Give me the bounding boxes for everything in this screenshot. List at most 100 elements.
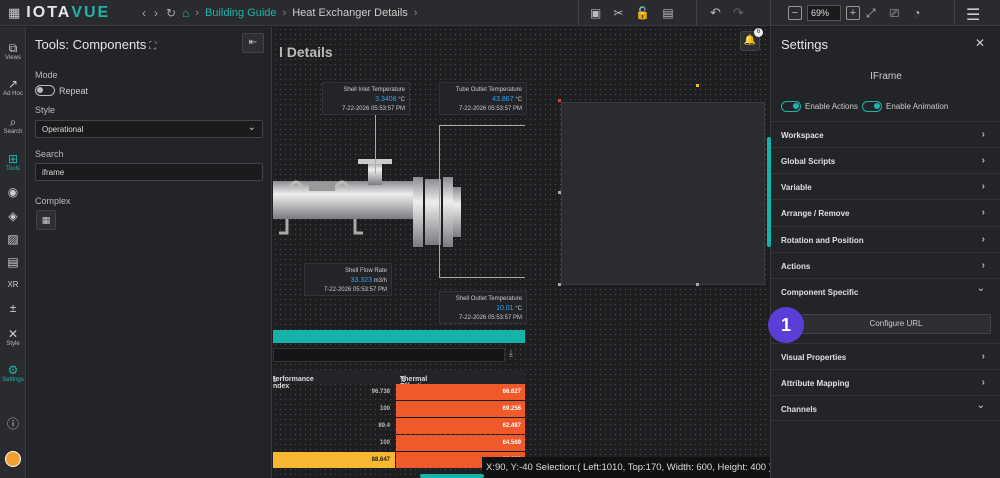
rail-adhoc[interactable]: ↗ Ad Hoc (0, 77, 26, 97)
connector-line (375, 114, 376, 174)
tag-shell-outlet-temp[interactable]: Shell Outlet Temperature 10.01 °C 7-22-2… (439, 291, 527, 324)
chat-icon[interactable]: ◔ (913, 6, 920, 20)
breadcrumb-separator-icon: › (282, 6, 287, 19)
enable-actions-label: Enable Actions (805, 102, 858, 111)
lock-icon[interactable]: 🔓 (635, 6, 650, 20)
menu-icon[interactable]: ☰ (966, 5, 980, 25)
style-icon: ✕ (7, 327, 19, 341)
table-search-input[interactable] (273, 348, 505, 362)
expand-icon[interactable]: ⛶ (149, 41, 156, 52)
avatar[interactable] (5, 451, 21, 467)
divider (770, 0, 771, 26)
back-arrow-icon[interactable]: ‹ (142, 6, 146, 20)
iframe-component-button[interactable]: ▦ (36, 210, 56, 230)
divider (696, 0, 697, 26)
fit-screen-icon[interactable]: ⤢ (866, 6, 876, 21)
rail-settings[interactable]: ⚙ Settings (0, 363, 26, 383)
logo-grid-icon: ▦ (8, 4, 23, 20)
rail-tools[interactable]: ⊞ Tools (0, 152, 26, 172)
redo-icon[interactable]: ↷ (733, 5, 744, 21)
enable-actions-toggle[interactable] (781, 101, 801, 112)
design-canvas[interactable]: l Details 🔔 6 Shell Inlet Temperature 3.… (273, 27, 770, 478)
resize-handle[interactable] (558, 99, 561, 102)
rail-help[interactable]: ⓘ (0, 417, 26, 431)
gear-icon: ⚙ (7, 363, 19, 377)
support-leg (279, 219, 289, 235)
sort-icon: ⇅ (400, 377, 406, 384)
rail-gauge[interactable]: ◉ (0, 185, 26, 199)
section-global-scripts[interactable]: Global Scripts › (771, 147, 1000, 173)
style-label: Style (35, 105, 56, 115)
table-row[interactable]: 100 64.569 (273, 435, 525, 451)
dock-panel-button[interactable]: ⇤ (242, 33, 264, 53)
table-row[interactable]: 100 69.256 (273, 401, 525, 417)
zoom-level-input[interactable]: 69% (807, 5, 841, 21)
tube-flange (443, 177, 453, 247)
save-icon[interactable]: ▤ (662, 6, 673, 20)
breadcrumb-building-guide[interactable]: Building Guide (205, 7, 277, 19)
rail-xr[interactable]: XR (0, 278, 26, 292)
rail-image[interactable]: ▨ (0, 232, 26, 246)
calendar-icon[interactable]: ▣ (590, 6, 601, 20)
section-visual-properties[interactable]: Visual Properties › (771, 343, 1000, 369)
section-actions[interactable]: Actions › (771, 252, 1000, 278)
tube-flange (413, 177, 423, 247)
present-icon[interactable]: ⎚ (890, 6, 900, 21)
tools-panel-title: Tools: Components ⛶ (35, 37, 157, 52)
rail-search[interactable]: ⌕ Search (0, 115, 26, 135)
section-arrange-remove[interactable]: Arrange / Remove › (771, 199, 1000, 225)
zoom-in-icon[interactable]: + (846, 6, 860, 20)
section-variable[interactable]: Variable › (771, 173, 1000, 199)
tag-shell-inlet-temp[interactable]: Shell Inlet Temperature 3.3408 °C 7-22-2… (322, 82, 410, 115)
settings-title: Settings (781, 37, 828, 52)
iframe-component[interactable] (561, 102, 765, 285)
section-workspace[interactable]: Workspace › (771, 121, 1000, 147)
section-channels[interactable]: Channels ⌄ (771, 395, 1000, 421)
section-component-specific[interactable]: Component Specific ⌄ (771, 278, 1000, 304)
iframe-icon: ▦ (41, 215, 51, 225)
notifications-button[interactable]: 🔔 6 (740, 28, 763, 51)
horizontal-scrollbar[interactable] (420, 474, 484, 478)
breadcrumb-heat-exchanger[interactable]: Heat Exchanger Details (292, 7, 408, 19)
resize-handle[interactable] (696, 283, 699, 286)
enable-animation-label: Enable Animation (886, 102, 949, 111)
tools-cross-icon[interactable]: ✂ (613, 6, 623, 20)
sort-icon: ⇅ (273, 377, 277, 384)
section-attribute-mapping[interactable]: Attribute Mapping › (771, 369, 1000, 395)
style-select[interactable]: Operational ⌄ (35, 120, 263, 138)
zoom-out-icon[interactable]: − (788, 6, 802, 20)
home-icon[interactable]: ⌂ (182, 6, 189, 20)
rotate-handle[interactable] (696, 84, 699, 87)
logo-prefix: IOTA (26, 3, 72, 21)
rail-note[interactable]: ▤ (0, 255, 26, 269)
close-icon[interactable]: ✕ (975, 36, 985, 50)
tag-shell-flow-rate[interactable]: Shell Flow Rate 33.323 m3/h 7-22-2026 05… (304, 263, 392, 296)
section-rotation-position[interactable]: Rotation and Position › (771, 226, 1000, 252)
rail-views[interactable]: ⧉ Views (0, 41, 26, 61)
enable-animation-toggle[interactable] (862, 101, 882, 112)
math-icon: ± (9, 301, 17, 315)
heat-exchanger-drawing[interactable] (273, 127, 473, 247)
download-icon[interactable]: ⤓ (509, 348, 513, 359)
rail-math[interactable]: ± (0, 301, 26, 315)
rail-tag[interactable]: ◈ (0, 209, 26, 223)
support-leg (353, 219, 363, 235)
chevron-right-icon: › (981, 377, 985, 388)
table-row[interactable]: 89.4 62.487 (273, 418, 525, 434)
xr-icon: XR (7, 280, 19, 289)
complex-label: Complex (35, 196, 71, 206)
rail-style[interactable]: ✕ Style (0, 327, 26, 347)
search-input[interactable]: iframe (35, 163, 263, 181)
divider (578, 0, 579, 26)
configure-url-button[interactable]: Configure URL (801, 314, 991, 334)
refresh-icon[interactable]: ↻ (166, 6, 176, 20)
forward-arrow-icon[interactable]: › (154, 6, 158, 20)
repeat-toggle[interactable] (35, 85, 55, 96)
tag-tube-outlet-temp[interactable]: Tube Outlet Temperature 43.867 °C 7-22-2… (439, 82, 527, 115)
chevron-right-icon: › (981, 207, 985, 218)
left-rail: ⧉ Views ↗ Ad Hoc ⌕ Search ⊞ Tools ◉ ◈ ▨ … (0, 27, 26, 478)
table-row[interactable]: 96.738 66.627 (273, 384, 525, 400)
resize-handle[interactable] (558, 191, 561, 194)
resize-handle[interactable] (558, 283, 561, 286)
undo-icon[interactable]: ↶ (710, 5, 721, 21)
